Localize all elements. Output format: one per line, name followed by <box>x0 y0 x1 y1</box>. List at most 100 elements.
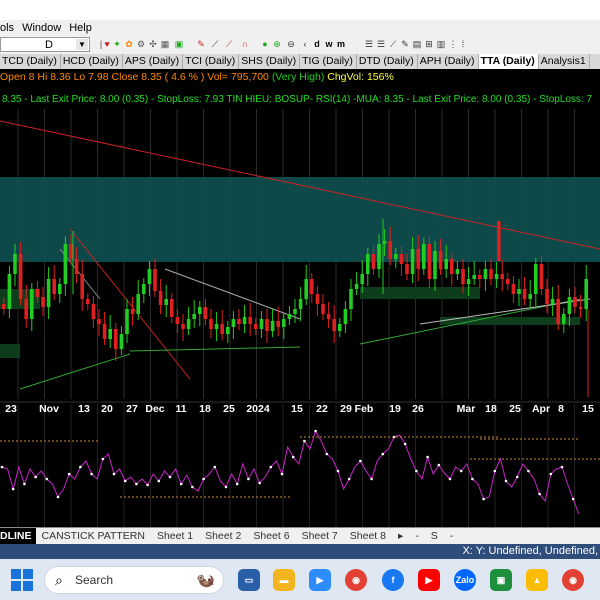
sheet-tab[interactable]: Sheet 2 <box>199 528 247 545</box>
bars-icon[interactable]: ⋮ <box>448 39 458 49</box>
facebook-icon[interactable]: f <box>382 569 404 591</box>
table-icon[interactable]: ▥ <box>436 39 446 49</box>
draw-icon[interactable]: ⟋ <box>388 39 398 49</box>
tab-chart[interactable]: SHS (Daily) <box>239 54 301 69</box>
sheet-nav-icon[interactable]: - <box>444 528 460 545</box>
grid-icon[interactable]: ▣ <box>174 39 184 49</box>
list-icon[interactable]: ☰ <box>364 39 374 49</box>
chrome-icon[interactable]: ◉ <box>345 569 367 591</box>
rsi-point <box>493 469 497 473</box>
tab-chart[interactable]: APS (Daily) <box>123 54 184 69</box>
line-icon[interactable]: ⟋ <box>210 39 220 49</box>
trendline-green <box>19 353 131 390</box>
line-icon[interactable]: ⟋ <box>224 39 234 49</box>
candle-body <box>181 324 185 329</box>
sheet-tab[interactable]: CANSTICK PATTERN <box>36 528 151 545</box>
chrome-badge-icon[interactable]: ◉ <box>562 569 584 591</box>
zoom-out-icon[interactable]: ⊖ <box>286 39 296 49</box>
tab-chart[interactable]: TIG (Daily) <box>300 54 357 69</box>
candle-body <box>170 299 174 317</box>
candle-body <box>237 319 241 324</box>
tool-icon[interactable]: ⚙ <box>136 39 146 49</box>
sheet-tab[interactable]: Sheet 7 <box>296 528 344 545</box>
sheet-nav-icon[interactable]: ▸ <box>392 528 409 545</box>
demand-zone <box>360 287 480 299</box>
rsi-point <box>0 465 4 469</box>
tab-chart[interactable]: HCD (Daily) <box>61 54 123 69</box>
candle-body <box>270 321 275 331</box>
menu-item-help[interactable]: Help <box>69 22 92 34</box>
candle-body <box>539 264 544 289</box>
rsi-point <box>381 452 385 456</box>
status-bar: X: Y: Undefined, Undefined, <box>0 544 600 559</box>
folder-icon[interactable]: ▬ <box>273 569 295 591</box>
candle-body <box>130 309 135 314</box>
heart-icon[interactable]: ♥ <box>102 39 112 49</box>
tool-icon[interactable]: ▦ <box>160 39 170 49</box>
candlestick-chart[interactable]: Open 8 Hi 8.36 Lo 7.98 Close 8.35 ( 4.6 … <box>0 69 600 527</box>
layout-icon[interactable]: ▤ <box>412 39 422 49</box>
sheet-tab[interactable]: Sheet 8 <box>344 528 392 545</box>
tool-icon[interactable]: ✿ <box>124 39 134 49</box>
period-select[interactable]: D ▼ <box>0 37 90 52</box>
interval-icon[interactable]: ‹ <box>300 39 310 49</box>
tab-chart[interactable]: TCD (Daily) <box>0 54 61 69</box>
chevron-down-icon[interactable]: ▼ <box>76 39 88 50</box>
rsi-point <box>269 465 273 469</box>
monitor-icon[interactable]: ▣ <box>490 569 512 591</box>
candle-body <box>102 324 107 339</box>
menu-item-window[interactable]: Window <box>22 22 61 34</box>
sheet-tab[interactable]: Sheet 6 <box>247 528 295 545</box>
sheet-tab[interactable]: DLINE <box>0 528 36 545</box>
list-icon[interactable]: ☰ <box>376 39 386 49</box>
rsi-point <box>370 477 373 481</box>
candle-body <box>422 244 426 269</box>
tab-chart[interactable]: APH (Daily) <box>418 54 479 69</box>
candle-body <box>338 324 342 331</box>
quote-value: Lo 7.98 <box>74 71 109 83</box>
tool-icon[interactable]: ✦ <box>112 39 122 49</box>
taskbar-search[interactable]: ⌕ Search 🦦 <box>44 566 224 594</box>
sheet-nav-icon[interactable]: S <box>425 528 444 545</box>
sheet-nav-icon[interactable]: - <box>409 528 425 545</box>
x-axis-label: 20 <box>101 403 113 415</box>
columns-icon[interactable]: ⁞ <box>458 39 468 49</box>
x-axis-label: Apr <box>532 403 550 415</box>
tool-icon[interactable]: ✣ <box>148 39 158 49</box>
tab-chart[interactable]: TTA (Daily) <box>478 54 539 69</box>
tab-chart[interactable]: DTD (Daily) <box>357 54 418 69</box>
pencil-icon[interactable]: ✎ <box>400 39 410 49</box>
windows-start-icon[interactable] <box>10 568 34 592</box>
monthly-icon[interactable]: m <box>336 39 346 49</box>
x-axis-label: 25 <box>509 403 521 415</box>
youtube-icon[interactable]: ▶ <box>418 569 440 591</box>
circle-icon[interactable]: ● <box>260 39 270 49</box>
sheet-tab[interactable]: Sheet 1 <box>151 528 199 545</box>
x-axis-label: Mar <box>457 403 476 415</box>
candle-body <box>438 251 443 269</box>
rsi-point <box>527 469 530 473</box>
rsi-point <box>202 477 205 481</box>
candle-body <box>497 221 501 261</box>
drive-icon[interactable]: ▲ <box>526 569 548 591</box>
pen-icon[interactable]: ✎ <box>196 39 206 49</box>
zalo-icon[interactable]: Zalo <box>454 569 476 591</box>
magnet-icon[interactable]: ∩ <box>240 39 250 49</box>
tab-chart[interactable]: TCI (Daily) <box>183 54 240 69</box>
weekly-icon[interactable]: w <box>324 39 334 49</box>
rsi-point <box>179 482 183 486</box>
tab-chart[interactable]: Analysis1 <box>539 54 590 69</box>
x-axis-label: 25 <box>223 403 235 415</box>
candle-body <box>343 309 348 324</box>
chart-area[interactable]: Open 8 Hi 8.36 Lo 7.98 Close 8.35 ( 4.6 … <box>0 69 600 527</box>
menu-item-tools[interactable]: ols <box>0 22 14 34</box>
candle-body <box>192 314 196 319</box>
candle-body <box>410 249 415 274</box>
candle-body <box>584 279 588 309</box>
zoom-icon[interactable]: ⊕ <box>272 39 282 49</box>
grid-icon[interactable]: ⊞ <box>424 39 434 49</box>
zoom-icon[interactable]: ▶ <box>309 569 331 591</box>
rsi-point <box>291 455 295 459</box>
file-manager-icon[interactable]: ▭ <box>238 569 260 591</box>
daily-icon[interactable]: d <box>312 39 322 49</box>
